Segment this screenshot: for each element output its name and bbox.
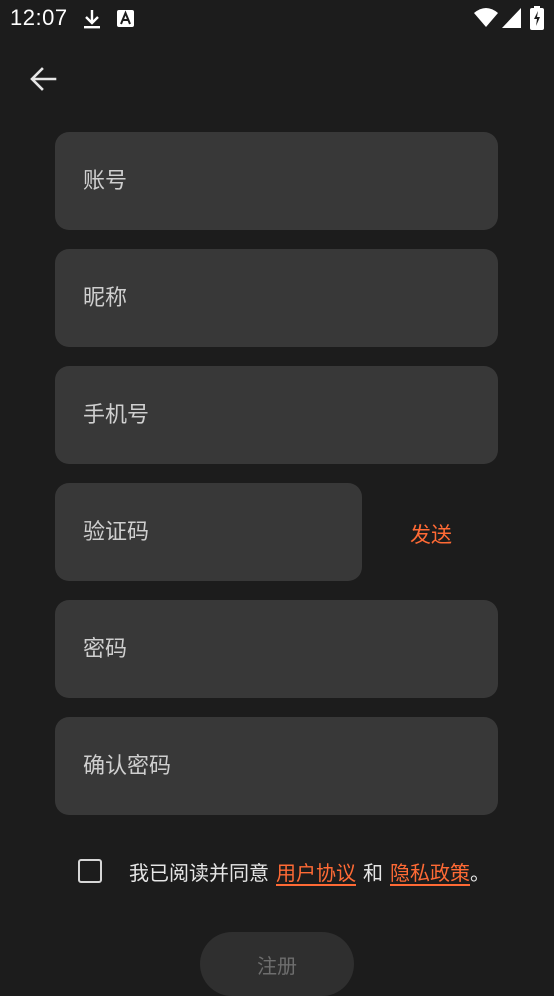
- wifi-icon: [474, 8, 498, 32]
- account-field: [55, 132, 498, 230]
- agreement-prefix: 我已阅读并同意: [129, 860, 269, 885]
- phone-input[interactable]: [55, 366, 498, 464]
- verification-code-input[interactable]: [55, 483, 362, 581]
- back-button[interactable]: [22, 60, 64, 102]
- confirm-password-input[interactable]: [55, 717, 498, 815]
- phone-field: [55, 366, 498, 464]
- verification-code-field: [55, 483, 362, 581]
- password-field: [55, 600, 498, 698]
- download-icon: [82, 8, 102, 34]
- account-input[interactable]: [55, 132, 498, 230]
- user-agreement-link[interactable]: 用户协议: [276, 857, 356, 886]
- register-button[interactable]: 注册: [200, 932, 354, 996]
- confirm-password-field: [55, 717, 498, 815]
- agreement-and: 和: [363, 860, 383, 885]
- agreement-checkbox[interactable]: [78, 859, 102, 883]
- status-bar: 12:07: [0, 0, 554, 38]
- battery-charging-icon: [530, 6, 544, 34]
- agreement-suffix: 。: [470, 860, 490, 885]
- send-code-button[interactable]: 发送: [380, 512, 482, 556]
- agreement-row: 我已阅读并同意 用户协议 和 隐私政策 。: [78, 852, 490, 890]
- signal-icon: [502, 8, 521, 32]
- nickname-field: [55, 249, 498, 347]
- status-time: 12:07: [10, 5, 68, 30]
- password-input[interactable]: [55, 600, 498, 698]
- nickname-input[interactable]: [55, 249, 498, 347]
- arrow-left-icon: [29, 67, 57, 95]
- privacy-policy-link[interactable]: 隐私政策: [390, 857, 470, 886]
- font-a-icon: [117, 10, 134, 31]
